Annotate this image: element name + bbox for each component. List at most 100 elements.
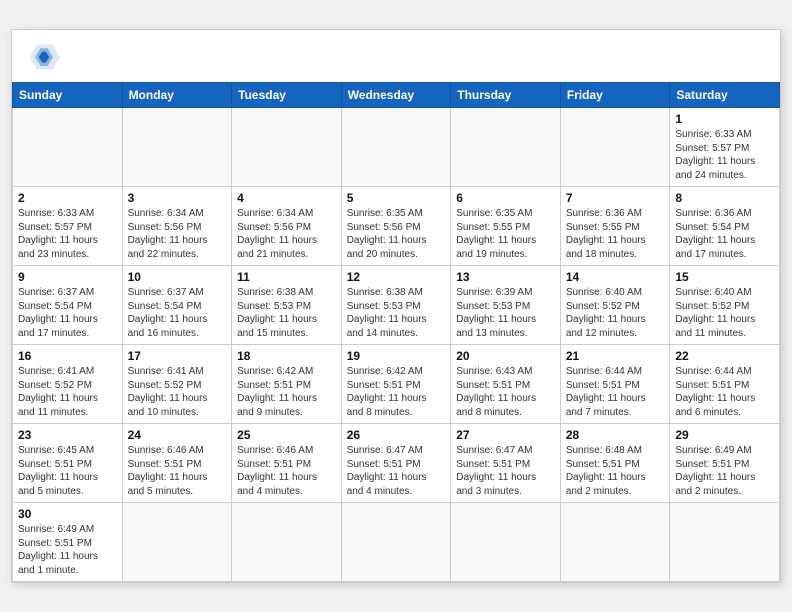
week-row-4: 16 Sunrise: 6:41 AMSunset: 5:52 PMDayligh… xyxy=(13,345,780,424)
calendar-cell: 25Sunrise: 6:46 AMSunset: 5:51 PMDayligh… xyxy=(232,424,342,503)
calendar-cell xyxy=(232,503,342,582)
calendar-cell: 13 Sunrise: 6:39 AMSunset: 5:53 PMDayligh… xyxy=(451,266,561,345)
day-info: Sunrise: 6:40 AMSunset: 5:52 PMDaylight:… xyxy=(675,286,774,340)
calendar-cell: 4 Sunrise: 6:34 AMSunset: 5:56 PMDaylight… xyxy=(232,187,342,266)
day-info: Sunrise: 6:33 AMSunset: 5:57 PMDaylight:… xyxy=(675,128,774,182)
calendar-cell: 19 Sunrise: 6:42 AMSunset: 5:51 PMDayligh… xyxy=(341,345,451,424)
week-row-3: 9Sunrise: 6:37 AMSunset: 5:54 PMDaylight… xyxy=(13,266,780,345)
calendar-cell: 20 Sunrise: 6:43 AMSunset: 5:51 PMDayligh… xyxy=(451,345,561,424)
day-number: 20 xyxy=(456,349,555,363)
calendar-cell xyxy=(122,503,232,582)
logo xyxy=(28,44,64,72)
day-number: 1 xyxy=(675,112,774,126)
day-number: 16 xyxy=(18,349,117,363)
calendar-cell: 15 Sunrise: 6:40 AMSunset: 5:52 PMDayligh… xyxy=(670,266,780,345)
day-info: Sunrise: 6:43 AMSunset: 5:51 PMDaylight:… xyxy=(456,365,555,419)
day-number: 13 xyxy=(456,270,555,284)
day-number: 26 xyxy=(347,428,446,442)
weekday-header-row: SundayMondayTuesdayWednesdayThursdayFrid… xyxy=(13,83,780,108)
day-info: Sunrise: 6:46 AMSunset: 5:51 PMDaylight:… xyxy=(128,444,227,498)
calendar-cell: 23 Sunrise: 6:45 AMSunset: 5:51 PMDayligh… xyxy=(13,424,123,503)
day-number: 18 xyxy=(237,349,336,363)
weekday-header-tuesday: Tuesday xyxy=(232,83,342,108)
day-info: Sunrise: 6:44 AMSunset: 5:51 PMDaylight:… xyxy=(675,365,774,419)
day-number: 30 xyxy=(18,507,117,521)
calendar-cell: 17 Sunrise: 6:41 AMSunset: 5:52 PMDayligh… xyxy=(122,345,232,424)
weekday-header-sunday: Sunday xyxy=(13,83,123,108)
day-info: Sunrise: 6:36 AMSunset: 5:55 PMDaylight:… xyxy=(566,207,665,261)
calendar-cell: 7Sunrise: 6:36 AMSunset: 5:55 PMDaylight… xyxy=(560,187,670,266)
day-info: Sunrise: 6:47 AMSunset: 5:51 PMDaylight:… xyxy=(347,444,446,498)
week-row-1: 1 Sunrise: 6:33 AMSunset: 5:57 PMDaylight… xyxy=(13,108,780,187)
calendar-cell xyxy=(122,108,232,187)
day-info: Sunrise: 6:42 AMSunset: 5:51 PMDaylight:… xyxy=(347,365,446,419)
calendar-cell: 1 Sunrise: 6:33 AMSunset: 5:57 PMDaylight… xyxy=(670,108,780,187)
calendar-cell xyxy=(341,503,451,582)
day-number: 19 xyxy=(347,349,446,363)
calendar-cell: 24 Sunrise: 6:46 AMSunset: 5:51 PMDayligh… xyxy=(122,424,232,503)
week-row-5: 23 Sunrise: 6:45 AMSunset: 5:51 PMDayligh… xyxy=(13,424,780,503)
calendar-cell: 30 Sunrise: 6:49 AMSunset: 5:51 PMDayligh… xyxy=(13,503,123,582)
calendar-cell xyxy=(560,503,670,582)
day-number: 4 xyxy=(237,191,336,205)
calendar-cell: 22 Sunrise: 6:44 AMSunset: 5:51 PMDayligh… xyxy=(670,345,780,424)
day-number: 25 xyxy=(237,428,336,442)
weekday-header-saturday: Saturday xyxy=(670,83,780,108)
day-number: 28 xyxy=(566,428,665,442)
day-number: 17 xyxy=(128,349,227,363)
day-number: 15 xyxy=(675,270,774,284)
day-number: 5 xyxy=(347,191,446,205)
calendar-cell: 2Sunrise: 6:33 AMSunset: 5:57 PMDaylight… xyxy=(13,187,123,266)
calendar-cell: 14 Sunrise: 6:40 AMSunset: 5:52 PMDayligh… xyxy=(560,266,670,345)
calendar-cell: 28Sunrise: 6:48 AMSunset: 5:51 PMDayligh… xyxy=(560,424,670,503)
day-info: Sunrise: 6:37 AMSunset: 5:54 PMDaylight:… xyxy=(128,286,227,340)
weekday-header-wednesday: Wednesday xyxy=(341,83,451,108)
calendar-cell: 8Sunrise: 6:36 AMSunset: 5:54 PMDaylight… xyxy=(670,187,780,266)
day-number: 12 xyxy=(347,270,446,284)
calendar-cell xyxy=(451,503,561,582)
day-number: 22 xyxy=(675,349,774,363)
weekday-header-thursday: Thursday xyxy=(451,83,561,108)
day-number: 2 xyxy=(18,191,117,205)
calendar-cell: 12 Sunrise: 6:38 AMSunset: 5:53 PMDayligh… xyxy=(341,266,451,345)
calendar-cell: 5 Sunrise: 6:35 AMSunset: 5:56 PMDaylight… xyxy=(341,187,451,266)
day-number: 29 xyxy=(675,428,774,442)
day-info: Sunrise: 6:41 AMSunset: 5:52 PMDaylight:… xyxy=(128,365,227,419)
day-info: Sunrise: 6:34 AMSunset: 5:56 PMDaylight:… xyxy=(237,207,336,261)
day-info: Sunrise: 6:49 AMSunset: 5:51 PMDaylight:… xyxy=(18,523,117,577)
header xyxy=(12,30,780,82)
calendar-cell: 29 Sunrise: 6:49 AMSunset: 5:51 PMDayligh… xyxy=(670,424,780,503)
day-info: Sunrise: 6:35 AMSunset: 5:56 PMDaylight:… xyxy=(347,207,446,261)
weekday-header-friday: Friday xyxy=(560,83,670,108)
day-number: 27 xyxy=(456,428,555,442)
calendar-table: SundayMondayTuesdayWednesdayThursdayFrid… xyxy=(12,82,780,582)
calendar-cell xyxy=(232,108,342,187)
day-info: Sunrise: 6:39 AMSunset: 5:53 PMDaylight:… xyxy=(456,286,555,340)
calendar-cell: 3Sunrise: 6:34 AMSunset: 5:56 PMDaylight… xyxy=(122,187,232,266)
day-number: 10 xyxy=(128,270,227,284)
day-info: Sunrise: 6:38 AMSunset: 5:53 PMDaylight:… xyxy=(237,286,336,340)
day-number: 23 xyxy=(18,428,117,442)
logo-icon xyxy=(28,44,60,72)
calendar-cell: 10 Sunrise: 6:37 AMSunset: 5:54 PMDayligh… xyxy=(122,266,232,345)
day-info: Sunrise: 6:37 AMSunset: 5:54 PMDaylight:… xyxy=(18,286,117,340)
calendar-cell: 21Sunrise: 6:44 AMSunset: 5:51 PMDayligh… xyxy=(560,345,670,424)
day-number: 8 xyxy=(675,191,774,205)
day-info: Sunrise: 6:34 AMSunset: 5:56 PMDaylight:… xyxy=(128,207,227,261)
calendar-cell: 11 Sunrise: 6:38 AMSunset: 5:53 PMDayligh… xyxy=(232,266,342,345)
week-row-6: 30 Sunrise: 6:49 AMSunset: 5:51 PMDayligh… xyxy=(13,503,780,582)
day-number: 24 xyxy=(128,428,227,442)
day-info: Sunrise: 6:49 AMSunset: 5:51 PMDaylight:… xyxy=(675,444,774,498)
day-number: 11 xyxy=(237,270,336,284)
day-info: Sunrise: 6:40 AMSunset: 5:52 PMDaylight:… xyxy=(566,286,665,340)
calendar-container: SundayMondayTuesdayWednesdayThursdayFrid… xyxy=(11,29,781,583)
calendar-cell xyxy=(13,108,123,187)
day-info: Sunrise: 6:45 AMSunset: 5:51 PMDaylight:… xyxy=(18,444,117,498)
day-number: 21 xyxy=(566,349,665,363)
day-info: Sunrise: 6:38 AMSunset: 5:53 PMDaylight:… xyxy=(347,286,446,340)
calendar-cell: 18Sunrise: 6:42 AMSunset: 5:51 PMDayligh… xyxy=(232,345,342,424)
day-number: 14 xyxy=(566,270,665,284)
day-info: Sunrise: 6:35 AMSunset: 5:55 PMDaylight:… xyxy=(456,207,555,261)
week-row-2: 2Sunrise: 6:33 AMSunset: 5:57 PMDaylight… xyxy=(13,187,780,266)
calendar-cell: 6Sunrise: 6:35 AMSunset: 5:55 PMDaylight… xyxy=(451,187,561,266)
